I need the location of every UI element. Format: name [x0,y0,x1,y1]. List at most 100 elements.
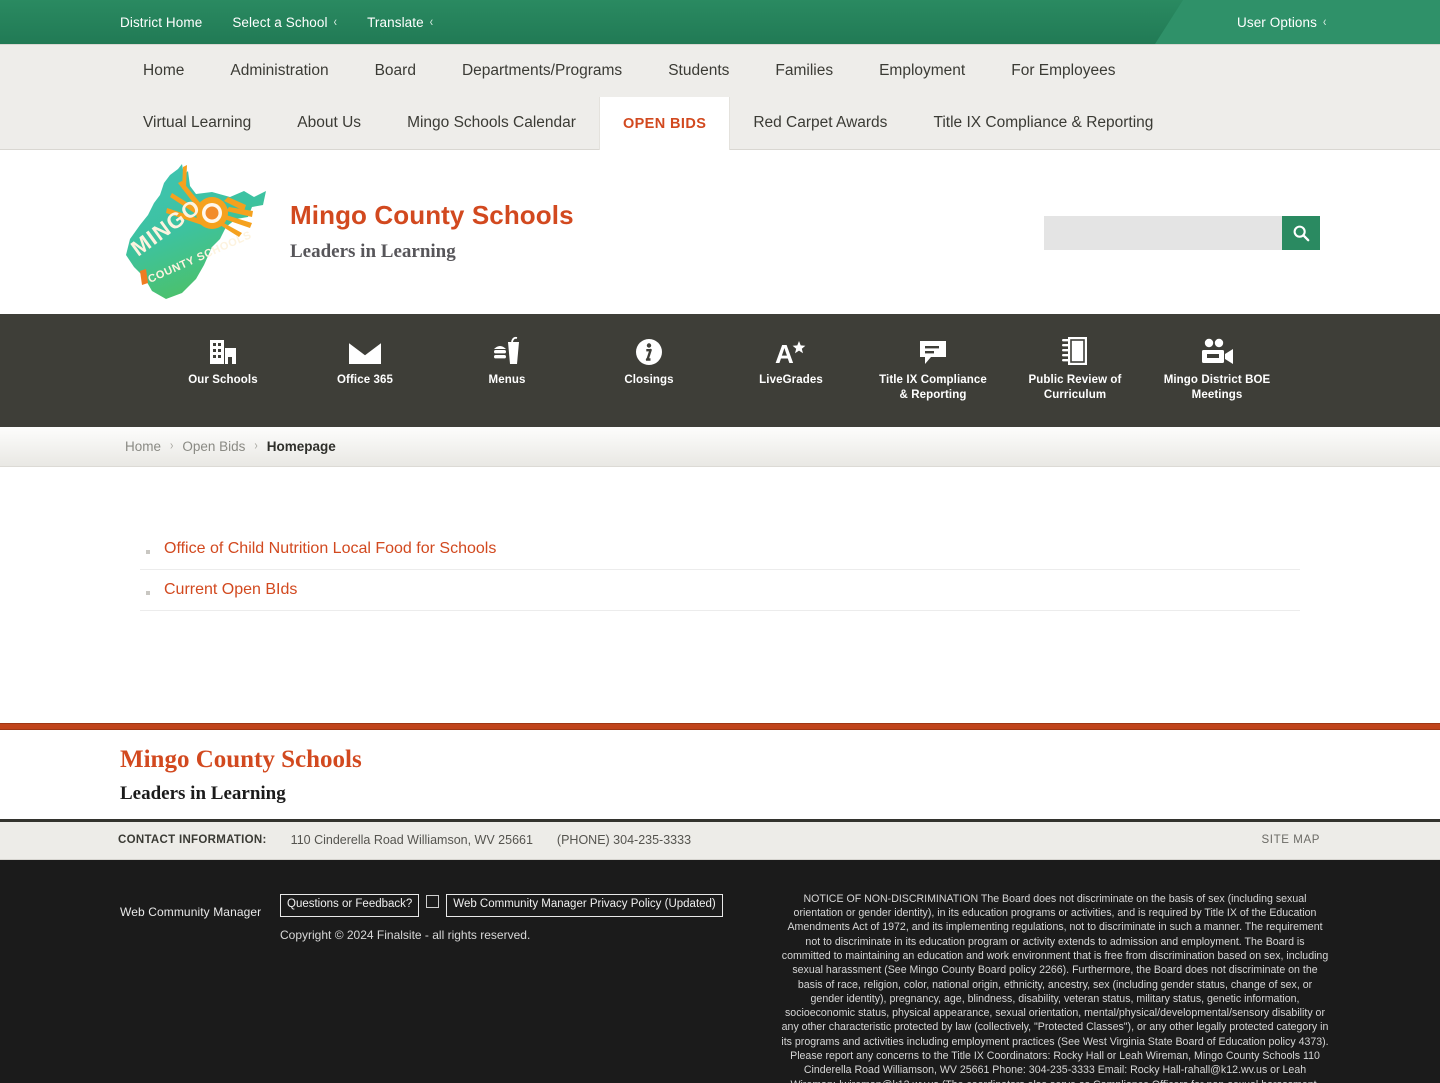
contact-information-label: CONTACT INFORMATION: [118,834,267,847]
nav-item-employment[interactable]: Employment [856,45,988,97]
nav-item-title-ix-compliance[interactable]: Title IX Compliance & Reporting [910,97,1176,149]
nav-item-open-bids[interactable]: OPEN BIDS [598,97,731,150]
search-input[interactable] [1044,216,1282,250]
nav-label: Home [143,62,185,79]
site-logo[interactable]: MINGO COUNTY SCHOOLS [120,157,270,307]
select-a-school-menu[interactable]: Select a School ‹ [232,15,337,30]
nav-label: OPEN BIDS [622,115,707,132]
chevron-right-icon: › [170,439,174,454]
quicklink-label: Menus [488,374,526,386]
site-tagline: Leaders in Learning [290,241,456,263]
broken-image-icon [426,894,440,908]
non-discrimination-notice-column: NOTICE OF NON-DISCRIMINATION The Board d… [720,892,1330,1083]
nav-label: Families [775,62,834,79]
quicklink-label: Our Schools [188,374,258,386]
chevron-right-icon: › [254,439,258,454]
select-a-school-label: Select a School [232,14,328,30]
site-search [1044,216,1320,250]
translate-menu[interactable]: Translate ‹ [367,15,433,30]
link-local-food-for-schools[interactable]: Office of Child Nutrition Local Food for… [164,540,496,557]
nav-row-secondary: Virtual Learning About Us Mingo Schools … [120,97,1440,150]
speech-bubble-icon [918,332,948,366]
quicklink-menus[interactable]: Menus [436,332,578,388]
footer-divider [0,723,1440,730]
breadcrumb-item-homepage: Homepage [266,439,336,454]
quicklink-label: Mingo District BOE Meetings [1163,374,1271,401]
user-options-menu[interactable]: User Options ‹ [1237,15,1326,30]
a-plus-star-icon: A [775,332,807,366]
site-map-link[interactable]: SITE MAP [1262,834,1320,846]
user-options-panel: User Options ‹ [1155,0,1440,44]
chevron-left-icon: ‹ [1322,14,1327,30]
district-home-label: District Home [120,14,203,30]
nav-item-red-carpet-awards[interactable]: Red Carpet Awards [730,97,910,149]
footer-site-tagline: Leaders in Learning [120,782,286,804]
quicklink-label: LiveGrades [759,374,823,386]
nav-label: About Us [297,114,362,131]
nav-item-departments-programs[interactable]: Departments/Programs [439,45,645,97]
site-header: MINGO COUNTY SCHOOLS Mingo County School… [0,150,1440,314]
chevron-left-icon: ‹ [429,14,434,30]
nav-label: Departments/Programs [461,62,623,79]
video-camera-people-icon [1200,332,1234,366]
food-drink-icon [492,332,522,366]
quicklink-livegrades[interactable]: A LiveGrades [720,332,862,388]
footer-site-title: Mingo County Schools [120,746,362,773]
contact-phone: (PHONE) 304-235-3333 [556,833,692,848]
nav-item-board[interactable]: Board [352,45,439,97]
nav-row-primary: Home Administration Board Departments/Pr… [120,45,1440,97]
nav-item-mingo-schools-calendar[interactable]: Mingo Schools Calendar [384,97,599,149]
contact-bar: CONTACT INFORMATION: 110 Cinderella Road… [0,821,1440,860]
nav-label: Mingo Schools Calendar [407,114,576,131]
buildings-icon [208,332,238,366]
quicklink-closings[interactable]: Closings [578,332,720,388]
nav-label: Board [374,62,416,79]
quicklink-title-ix-compliance[interactable]: Title IX Compliance & Reporting [862,332,1004,402]
wcm-row: Web Community Manager Questions or Feedb… [120,892,723,919]
nav-item-families[interactable]: Families [752,45,856,97]
nav-label: Students [668,62,730,79]
quicklink-label: Title IX Compliance & Reporting [879,374,987,401]
quicklink-office-365[interactable]: Office 365 [294,332,436,388]
list-item: Office of Child Nutrition Local Food for… [140,529,1300,570]
nav-label: Title IX Compliance & Reporting [933,114,1154,131]
west-virginia-logo-icon: MINGO COUNTY SCHOOLS [126,164,266,299]
nav-item-for-employees[interactable]: For Employees [988,45,1138,97]
main-navigation: Home Administration Board Departments/Pr… [0,44,1440,150]
quicklink-public-review-curriculum[interactable]: Public Review of Curriculum [1004,332,1146,402]
nav-item-students[interactable]: Students [645,45,752,97]
nav-label: Red Carpet Awards [753,114,888,131]
nav-item-about-us[interactable]: About Us [274,97,384,149]
translate-label: Translate [367,14,424,30]
search-icon [1293,225,1310,242]
bid-links-list: Office of Child Nutrition Local Food for… [140,529,1300,611]
breadcrumb-item-open-bids[interactable]: Open Bids [182,439,245,454]
copyright-text: Copyright © 2024 Finalsite - all rights … [280,927,531,942]
search-button[interactable] [1282,216,1320,250]
nav-item-virtual-learning[interactable]: Virtual Learning [120,97,274,149]
non-discrimination-notice: NOTICE OF NON-DISCRIMINATION The Board d… [781,892,1329,1083]
link-current-open-bids[interactable]: Current Open BIds [164,581,297,598]
privacy-policy-link[interactable]: Web Community Manager Privacy Policy (Up… [446,893,723,917]
breadcrumb: Home › Open Bids › Homepage [0,427,1440,467]
quicklink-boe-meetings[interactable]: Mingo District BOE Meetings [1146,332,1288,402]
nav-label: Administration [230,62,329,79]
footer-brand: Mingo County Schools Leaders in Learning [0,730,1440,822]
quicklink-label: Office 365 [337,374,393,386]
questions-or-feedback-link[interactable]: Questions or Feedback? [280,893,420,917]
wcm-links: Questions or Feedback? Web Community Man… [280,892,723,917]
envelope-icon [348,332,382,366]
breadcrumb-item-home[interactable]: Home [125,439,161,454]
nav-label: For Employees [1011,62,1116,79]
info-circle-icon [635,332,663,366]
list-item: Current Open BIds [140,570,1300,611]
quicklink-our-schools[interactable]: Our Schools [152,332,294,388]
svg-text:A: A [775,339,794,366]
chevron-left-icon: ‹ [333,14,338,30]
notebook-icon [1062,332,1088,366]
nav-item-administration[interactable]: Administration [207,45,351,97]
main-content: Office of Child Nutrition Local Food for… [0,467,1440,667]
nav-item-home[interactable]: Home [120,45,207,97]
nav-label: Virtual Learning [143,114,252,131]
district-home-link[interactable]: District Home [120,15,202,30]
